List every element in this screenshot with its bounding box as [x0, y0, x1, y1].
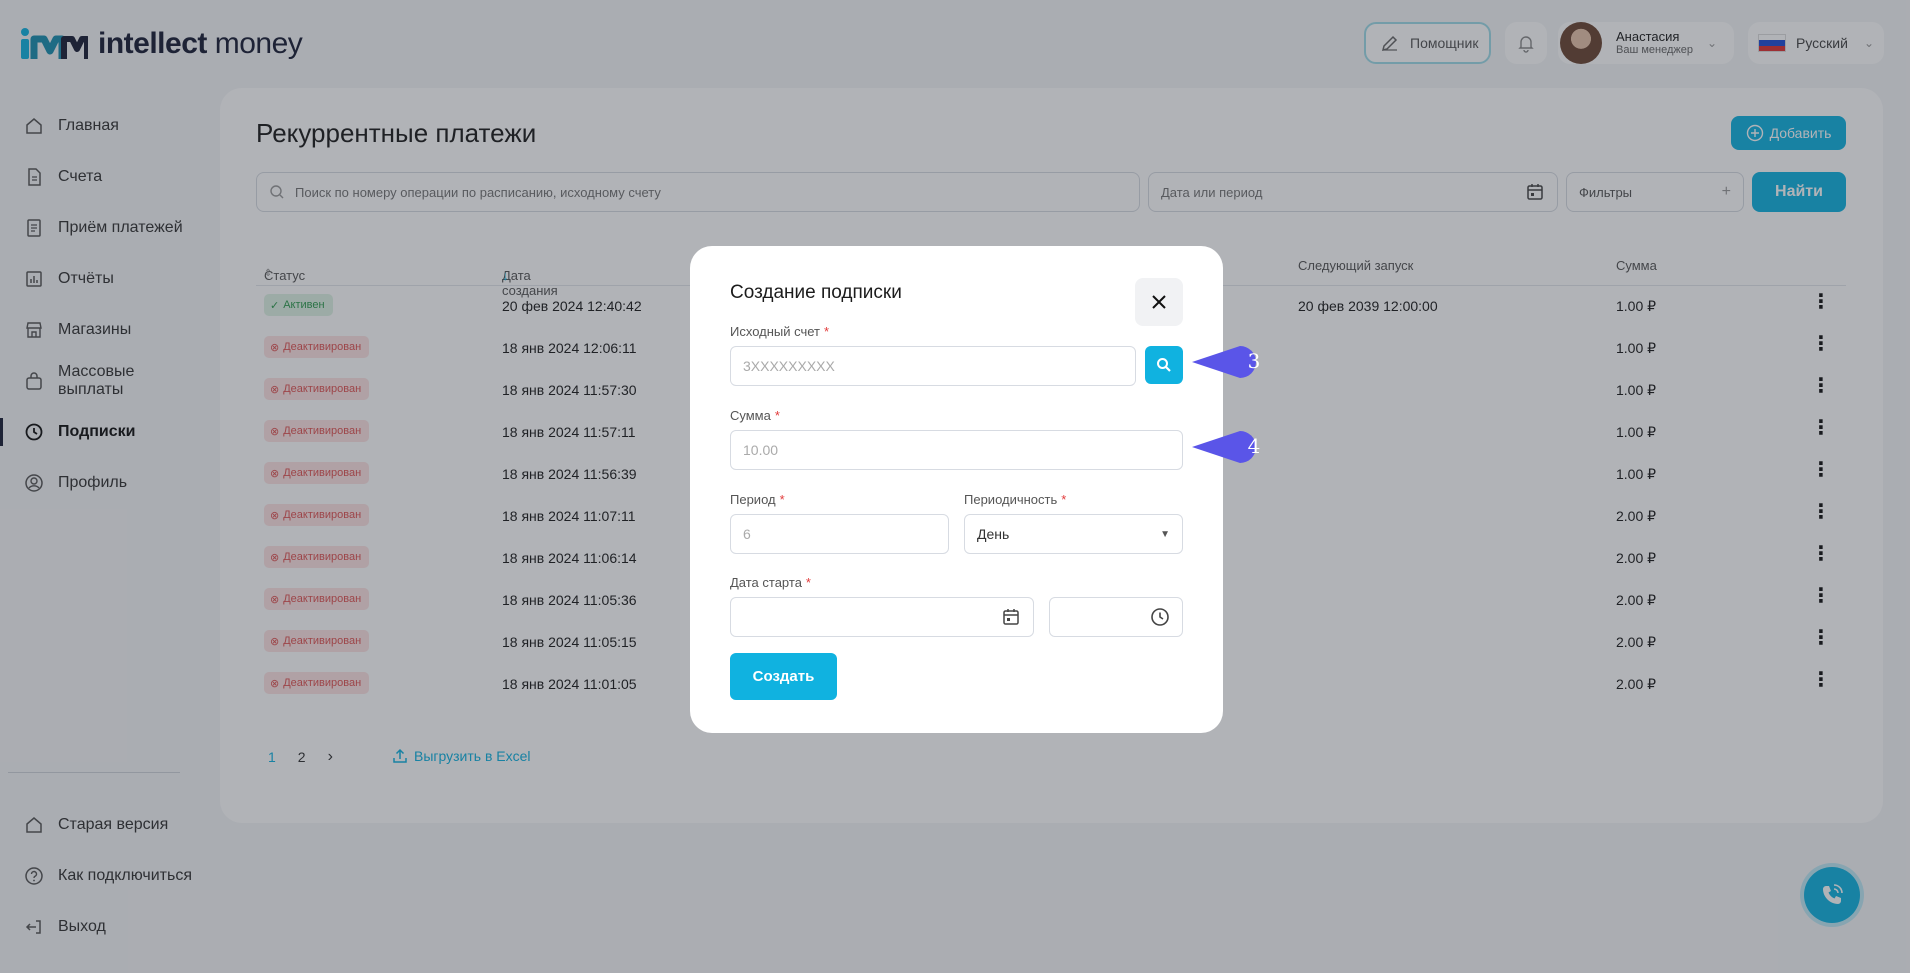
period-input[interactable]: [743, 526, 936, 542]
calendar-icon[interactable]: [1001, 607, 1021, 627]
amount-label: Сумма *: [730, 408, 780, 423]
callout-3: 3: [1192, 346, 1261, 378]
modal-title: Создание подписки: [730, 282, 902, 303]
frequency-label: Периодичность *: [964, 492, 1067, 507]
frequency-select[interactable]: День ▼: [964, 514, 1183, 554]
start-date-label: Дата старта *: [730, 575, 811, 590]
account-search-button[interactable]: [1145, 346, 1183, 384]
create-button[interactable]: Создать: [730, 653, 837, 700]
frequency-value: День: [977, 526, 1010, 542]
source-account-label: Исходный счет *: [730, 324, 830, 339]
source-account-field[interactable]: [730, 346, 1136, 386]
clock-icon[interactable]: [1150, 607, 1170, 627]
start-time-field[interactable]: [1049, 597, 1183, 637]
create-subscription-modal: Создание подписки Исходный счет* Сумма* …: [690, 246, 1223, 733]
amount-input[interactable]: [743, 442, 1170, 458]
close-icon: [1152, 295, 1166, 309]
caret-down-icon: ▼: [1160, 528, 1170, 540]
amount-field[interactable]: [730, 430, 1183, 470]
search-icon: [1157, 358, 1171, 372]
start-date-field[interactable]: [730, 597, 1034, 637]
period-field[interactable]: [730, 514, 949, 554]
callout-3-label: 3: [1248, 349, 1261, 373]
close-button[interactable]: [1135, 278, 1183, 326]
period-label: Период *: [730, 492, 785, 507]
callout-4-label: 4: [1248, 434, 1261, 458]
source-account-input[interactable]: [743, 358, 1123, 374]
callout-4: 4: [1192, 431, 1261, 463]
